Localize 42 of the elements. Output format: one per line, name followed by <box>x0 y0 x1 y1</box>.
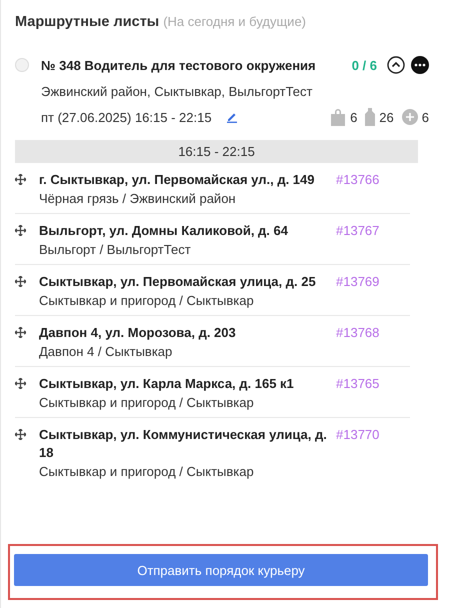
bottle-icon <box>365 108 376 126</box>
drag-handle-icon[interactable] <box>15 225 26 236</box>
route-date: пт (27.06.2025) 16:15 - 22:15 <box>41 110 212 124</box>
stat-count: 6 <box>422 110 429 124</box>
collapse-icon[interactable] <box>387 56 405 74</box>
order-link[interactable]: #13770 <box>330 426 410 462</box>
order-link[interactable]: #13765 <box>330 375 410 393</box>
bag-icon <box>330 108 346 126</box>
stop-address: г. Сыктывкар, ул. Первомайская ул., д. 149 <box>39 171 316 189</box>
stop-address: Сыктывкар, ул. Карла Маркса, д. 165 к1 <box>39 375 295 393</box>
stop-area: Чёрная грязь / Эжвинский район <box>39 191 330 206</box>
stop-area: Выльгорт / ВыльгортТест <box>39 242 330 257</box>
drag-handle-icon[interactable] <box>15 378 26 389</box>
stop-area: Сыктывкар и пригород / Сыктывкар <box>39 464 330 479</box>
route-title: № 348 Водитель для тестового окружения <box>41 58 317 72</box>
time-slot-header: 16:15 - 22:15 <box>15 140 418 163</box>
route-areas: Эжвинский район, Сыктывкар, ВыльгортТест <box>41 84 429 99</box>
stop-area: Сыктывкар и пригород / Сыктывкар <box>39 395 330 410</box>
stop-address: Выльгорт, ул. Домны Каликовой, д. 64 <box>39 222 289 240</box>
stop-address: Давпон 4, ул. Морозова, д. 203 <box>39 324 237 342</box>
more-icon[interactable] <box>411 56 429 74</box>
drag-handle-icon[interactable] <box>15 429 26 440</box>
plus-icon <box>402 109 418 125</box>
section-subtitle: (На сегодня и будущие) <box>163 14 306 29</box>
route-radio[interactable] <box>15 58 29 72</box>
order-link[interactable]: #13766 <box>330 171 410 189</box>
order-link[interactable]: #13769 <box>330 273 410 291</box>
stop-address: Сыктывкар, ул. Первомайская улица, д. 25 <box>39 273 317 291</box>
stop-address: Сыктывкар, ул. Коммунистическая улица, д. 18 <box>39 426 328 462</box>
drag-handle-icon[interactable] <box>15 327 26 338</box>
stat-count: 26 <box>379 110 394 124</box>
pencil-icon[interactable] <box>226 111 238 123</box>
send-order-button[interactable]: Отправить порядок курьеру <box>14 554 428 586</box>
section-title: Маршрутные листы <box>15 14 160 30</box>
stat-count: 6 <box>350 110 358 124</box>
order-link[interactable]: #13767 <box>330 222 410 240</box>
stop-area: Сыктывкар и пригород / Сыктывкар <box>39 293 330 308</box>
progress-count: 0 / 6 <box>352 58 377 72</box>
drag-handle-icon[interactable] <box>15 174 26 185</box>
order-link[interactable]: #13768 <box>330 324 410 342</box>
stop-area: Давпон 4 / Сыктывкар <box>39 344 330 359</box>
drag-handle-icon[interactable] <box>15 276 26 287</box>
